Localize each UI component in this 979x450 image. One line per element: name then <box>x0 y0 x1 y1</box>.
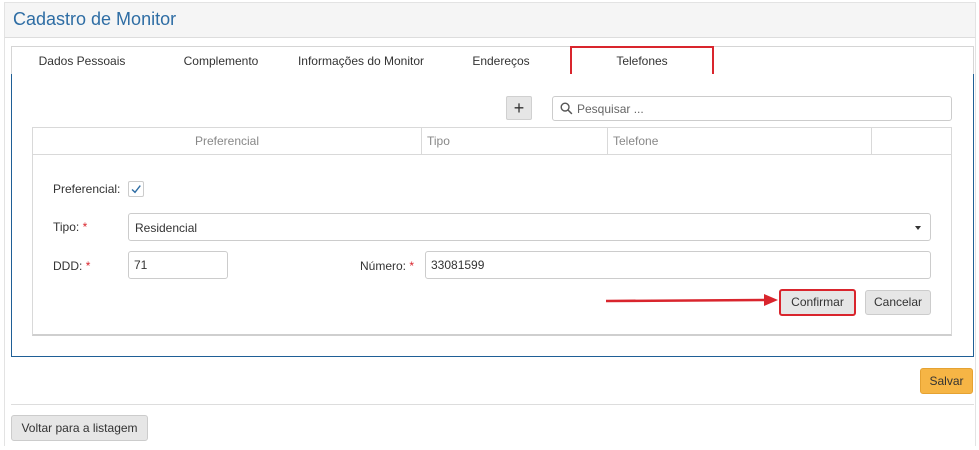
tipo-label: Tipo: * <box>53 220 88 234</box>
search-icon <box>560 102 573 115</box>
tab-enderecos[interactable]: Endereços <box>442 47 560 75</box>
required-mark: * <box>85 259 91 273</box>
search-box[interactable] <box>552 96 952 121</box>
add-button[interactable]: + <box>506 96 532 120</box>
column-header-preferencial[interactable]: Preferencial <box>33 128 422 154</box>
ddd-field-wrap <box>128 251 228 279</box>
numero-label: Número: * <box>360 259 415 273</box>
plus-icon: + <box>513 98 525 118</box>
grid-header: Preferencial Tipo Telefone <box>33 128 951 155</box>
save-button[interactable]: Salvar <box>920 368 973 394</box>
preferencial-checkbox[interactable] <box>128 181 144 197</box>
required-mark: * <box>82 220 88 234</box>
column-header-tipo[interactable]: Tipo <box>422 128 608 154</box>
tipo-select[interactable]: Residencial <box>128 213 931 241</box>
confirm-button[interactable]: Confirmar <box>779 289 856 316</box>
tab-bar: Dados Pessoais Complemento Informações d… <box>11 46 974 76</box>
page-header: Cadastro de Monitor <box>4 2 976 38</box>
numero-field-wrap <box>425 251 931 279</box>
required-mark: * <box>409 259 415 273</box>
numero-field[interactable] <box>426 252 930 278</box>
tab-complemento[interactable]: Complemento <box>160 47 282 75</box>
check-icon <box>131 185 141 194</box>
column-header-actions <box>872 128 951 154</box>
search-input[interactable] <box>577 98 947 119</box>
page-title: Cadastro de Monitor <box>13 9 177 29</box>
tab-informacoes-monitor[interactable]: Informações do Monitor <box>290 47 432 75</box>
cancel-button[interactable]: Cancelar <box>865 290 931 315</box>
tipo-select-value: Residencial <box>135 221 198 235</box>
preferencial-label: Preferencial: <box>53 182 121 196</box>
ddd-field[interactable] <box>129 252 227 278</box>
annotation-arrow-icon <box>606 294 778 306</box>
column-header-telefone[interactable]: Telefone <box>608 128 872 154</box>
tab-telefones[interactable]: Telefones <box>570 46 714 76</box>
back-to-list-button[interactable]: Voltar para a listagem <box>11 415 148 441</box>
tab-dados-pessoais[interactable]: Dados Pessoais <box>12 47 152 75</box>
footer-divider <box>11 404 974 405</box>
ddd-label: DDD: * <box>53 259 91 273</box>
caret-down-icon <box>915 226 921 230</box>
